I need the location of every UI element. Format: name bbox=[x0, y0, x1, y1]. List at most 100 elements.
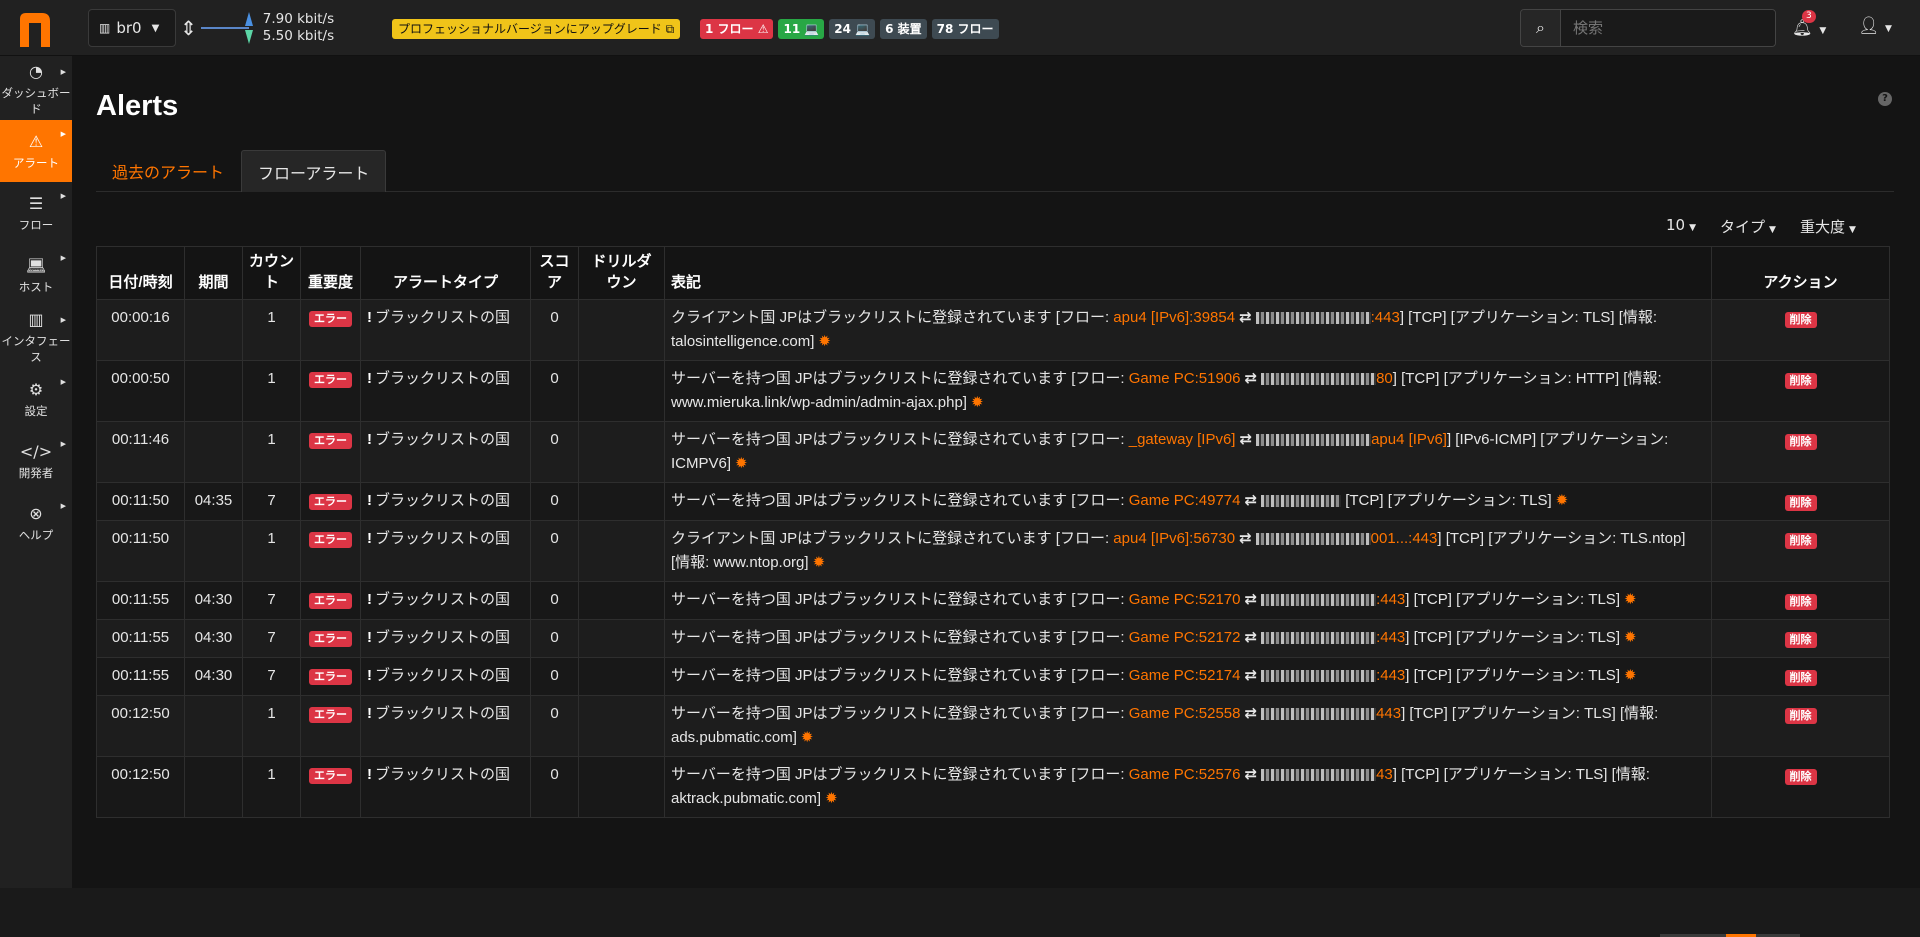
cell-alert-type: ! ブラックリストの国 bbox=[360, 520, 531, 582]
sidebar-item-lifering[interactable]: ⊗ ヘルプ ▶ bbox=[0, 492, 72, 554]
exclamation-icon: ! bbox=[367, 370, 372, 387]
gear-icon[interactable]: ✹ bbox=[1556, 492, 1569, 509]
flow-dest-link[interactable]: 001...:443 bbox=[1371, 530, 1438, 547]
code-icon: </> bbox=[19, 441, 53, 461]
gear-icon[interactable]: ✹ bbox=[813, 554, 826, 571]
type-filter-dropdown[interactable]: タイプ ▼ bbox=[1720, 216, 1776, 237]
upgrade-link[interactable]: プロフェッショナルバージョンにアップグレード ⧉ bbox=[392, 19, 681, 39]
tab-past-alerts[interactable]: 過去のアラート bbox=[96, 150, 240, 192]
redacted-address bbox=[1255, 533, 1371, 546]
exclamation-icon: ! bbox=[367, 629, 372, 646]
sidebar-item-list[interactable]: ☰ フロー ▶ bbox=[0, 182, 72, 244]
severity-badge: エラー bbox=[309, 707, 352, 723]
cell-alert-type: ! ブラックリストの国 bbox=[360, 581, 531, 620]
status-badge[interactable]: 78 フロー bbox=[931, 19, 999, 39]
page-size-dropdown[interactable]: 10 ▼ bbox=[1666, 216, 1696, 237]
cell-score: 0 bbox=[530, 619, 579, 658]
col-header-description[interactable]: 表記 bbox=[664, 246, 1712, 300]
updown-arrows-icon: ⇕ bbox=[180, 16, 197, 40]
delete-button[interactable]: 削除 bbox=[1784, 373, 1817, 389]
gear-icon[interactable]: ✹ bbox=[971, 394, 984, 411]
flow-dest-link[interactable]: :443 bbox=[1371, 309, 1400, 326]
flow-source-link[interactable]: Game PC:51906 bbox=[1129, 370, 1241, 387]
chevron-right-icon: ▶ bbox=[60, 130, 66, 138]
status-badge[interactable]: 1 フロー ⚠ bbox=[700, 19, 774, 39]
table-row: 00:00:50 1 エラー! ブラックリストの国 0 サーバーを持つ国 JPはブラックリ… bbox=[96, 360, 1890, 422]
chevron-down-icon: ▼ bbox=[1689, 223, 1697, 233]
flow-dest-link[interactable]: :443 bbox=[1376, 667, 1405, 684]
search-icon[interactable]: ⌕ bbox=[1521, 10, 1561, 46]
cell-score: 0 bbox=[530, 421, 579, 483]
col-header-count[interactable]: カウント bbox=[242, 246, 301, 300]
flow-dest-link[interactable]: 43 bbox=[1376, 766, 1393, 783]
sidebar-item-dashboard[interactable]: ◔ ダッシュボード ▶ bbox=[0, 58, 72, 120]
flow-dest-link[interactable]: apu4 [IPv6] bbox=[1371, 431, 1447, 448]
gear-icon[interactable]: ✹ bbox=[1624, 629, 1637, 646]
delete-button[interactable]: 削除 bbox=[1784, 769, 1817, 785]
col-header-drilldown[interactable]: ドリルダウン bbox=[578, 246, 665, 300]
sidebar-item-laptop[interactable]: 💻︎ ホスト ▶ bbox=[0, 244, 72, 306]
sidebar-item-code[interactable]: </> 開発者 ▶ bbox=[0, 430, 72, 492]
search-input[interactable] bbox=[1561, 10, 1775, 46]
flow-source-link[interactable]: Game PC:52170 bbox=[1129, 591, 1241, 608]
flow-source-link[interactable]: apu4 [IPv6]:56730 bbox=[1113, 530, 1235, 547]
col-header-score[interactable]: スコア bbox=[530, 246, 579, 300]
sidebar-item-gear[interactable]: ⚙ 設定 ▶ bbox=[0, 368, 72, 430]
severity-filter-dropdown[interactable]: 重大度 ▼ bbox=[1800, 216, 1856, 237]
description-text: サーバーを持つ国 JPはブラックリストに登録されています [フロー: bbox=[671, 629, 1129, 646]
flow-source-link[interactable]: Game PC:52172 bbox=[1129, 629, 1241, 646]
delete-button[interactable]: 削除 bbox=[1784, 495, 1817, 511]
traffic-indicator[interactable]: ⇕ 7.90 kbit/s 5.50 kbit/s bbox=[180, 10, 334, 46]
flow-dest-link[interactable]: 443 bbox=[1376, 705, 1401, 722]
delete-button[interactable]: 削除 bbox=[1784, 708, 1817, 724]
flow-source-link[interactable]: _gateway [IPv6] bbox=[1129, 431, 1236, 448]
chevron-down-icon: ▼ bbox=[1819, 26, 1827, 36]
exchange-icon: ⇄ bbox=[1244, 705, 1258, 722]
col-header-severity[interactable]: 重要度 bbox=[300, 246, 361, 300]
gear-icon[interactable]: ✹ bbox=[818, 333, 831, 350]
status-badge[interactable]: 24 💻 bbox=[829, 19, 876, 39]
gear-icon[interactable]: ✹ bbox=[1624, 591, 1637, 608]
tab-flow-alerts[interactable]: フローアラート bbox=[241, 150, 387, 192]
col-header-alert-type[interactable]: アラートタイプ bbox=[360, 246, 531, 300]
col-header-duration[interactable]: 期間 bbox=[184, 246, 243, 300]
gear-icon[interactable]: ✹ bbox=[735, 455, 748, 472]
col-header-actions[interactable]: アクション bbox=[1711, 246, 1890, 300]
cell-alert-type: ! ブラックリストの国 bbox=[360, 360, 531, 422]
exchange-icon: ⇄ bbox=[1244, 766, 1258, 783]
delete-button[interactable]: 削除 bbox=[1784, 533, 1817, 549]
flow-source-link[interactable]: Game PC:52576 bbox=[1129, 766, 1241, 783]
flow-dest-link[interactable]: 80 bbox=[1376, 370, 1393, 387]
flow-source-link[interactable]: apu4 [IPv6]:39854 bbox=[1113, 309, 1235, 326]
interface-selector[interactable]: ▥ br0 ▼ bbox=[88, 9, 176, 47]
gear-icon[interactable]: ✹ bbox=[801, 729, 814, 746]
sidebar-item-warning[interactable]: ⚠ アラート ▶ bbox=[0, 120, 72, 182]
flow-source-link[interactable]: Game PC:52558 bbox=[1129, 705, 1241, 722]
flow-dest-link[interactable]: :443 bbox=[1376, 591, 1405, 608]
gear-icon[interactable]: ✹ bbox=[825, 790, 838, 807]
ntopng-logo[interactable] bbox=[16, 9, 54, 49]
delete-button[interactable]: 削除 bbox=[1784, 632, 1817, 648]
status-badge[interactable]: 6 装置 bbox=[880, 19, 927, 39]
notifications-button[interactable]: 🔔︎ 3 ▼ bbox=[1792, 10, 1827, 37]
severity-badge: エラー bbox=[309, 372, 352, 388]
cell-drilldown bbox=[578, 421, 665, 483]
flow-source-link[interactable]: Game PC:52174 bbox=[1129, 667, 1241, 684]
redacted-address bbox=[1261, 769, 1377, 782]
gear-icon[interactable]: ✹ bbox=[1624, 667, 1637, 684]
col-header-datetime[interactable]: 日付/時刻 bbox=[96, 246, 185, 300]
flow-dest-link[interactable]: :443 bbox=[1376, 629, 1405, 646]
cell-count: 1 bbox=[242, 360, 301, 422]
delete-button[interactable]: 削除 bbox=[1784, 312, 1817, 328]
status-badge[interactable]: 11 💻 bbox=[778, 19, 825, 39]
sidebar-item-ethernet[interactable]: ▥ インタフェース ▶ bbox=[0, 306, 72, 368]
delete-button[interactable]: 削除 bbox=[1784, 670, 1817, 686]
user-menu-button[interactable]: 👤︎ ▼ bbox=[1858, 16, 1892, 36]
flow-source-link[interactable]: Game PC:49774 bbox=[1129, 492, 1241, 509]
delete-button[interactable]: 削除 bbox=[1784, 594, 1817, 610]
cell-actions: 削除 bbox=[1711, 695, 1890, 757]
exchange-icon: ⇄ bbox=[1239, 431, 1253, 448]
help-icon[interactable]: ? bbox=[1878, 92, 1892, 106]
delete-button[interactable]: 削除 bbox=[1784, 434, 1817, 450]
upload-rate: 7.90 kbit/s bbox=[262, 11, 335, 27]
